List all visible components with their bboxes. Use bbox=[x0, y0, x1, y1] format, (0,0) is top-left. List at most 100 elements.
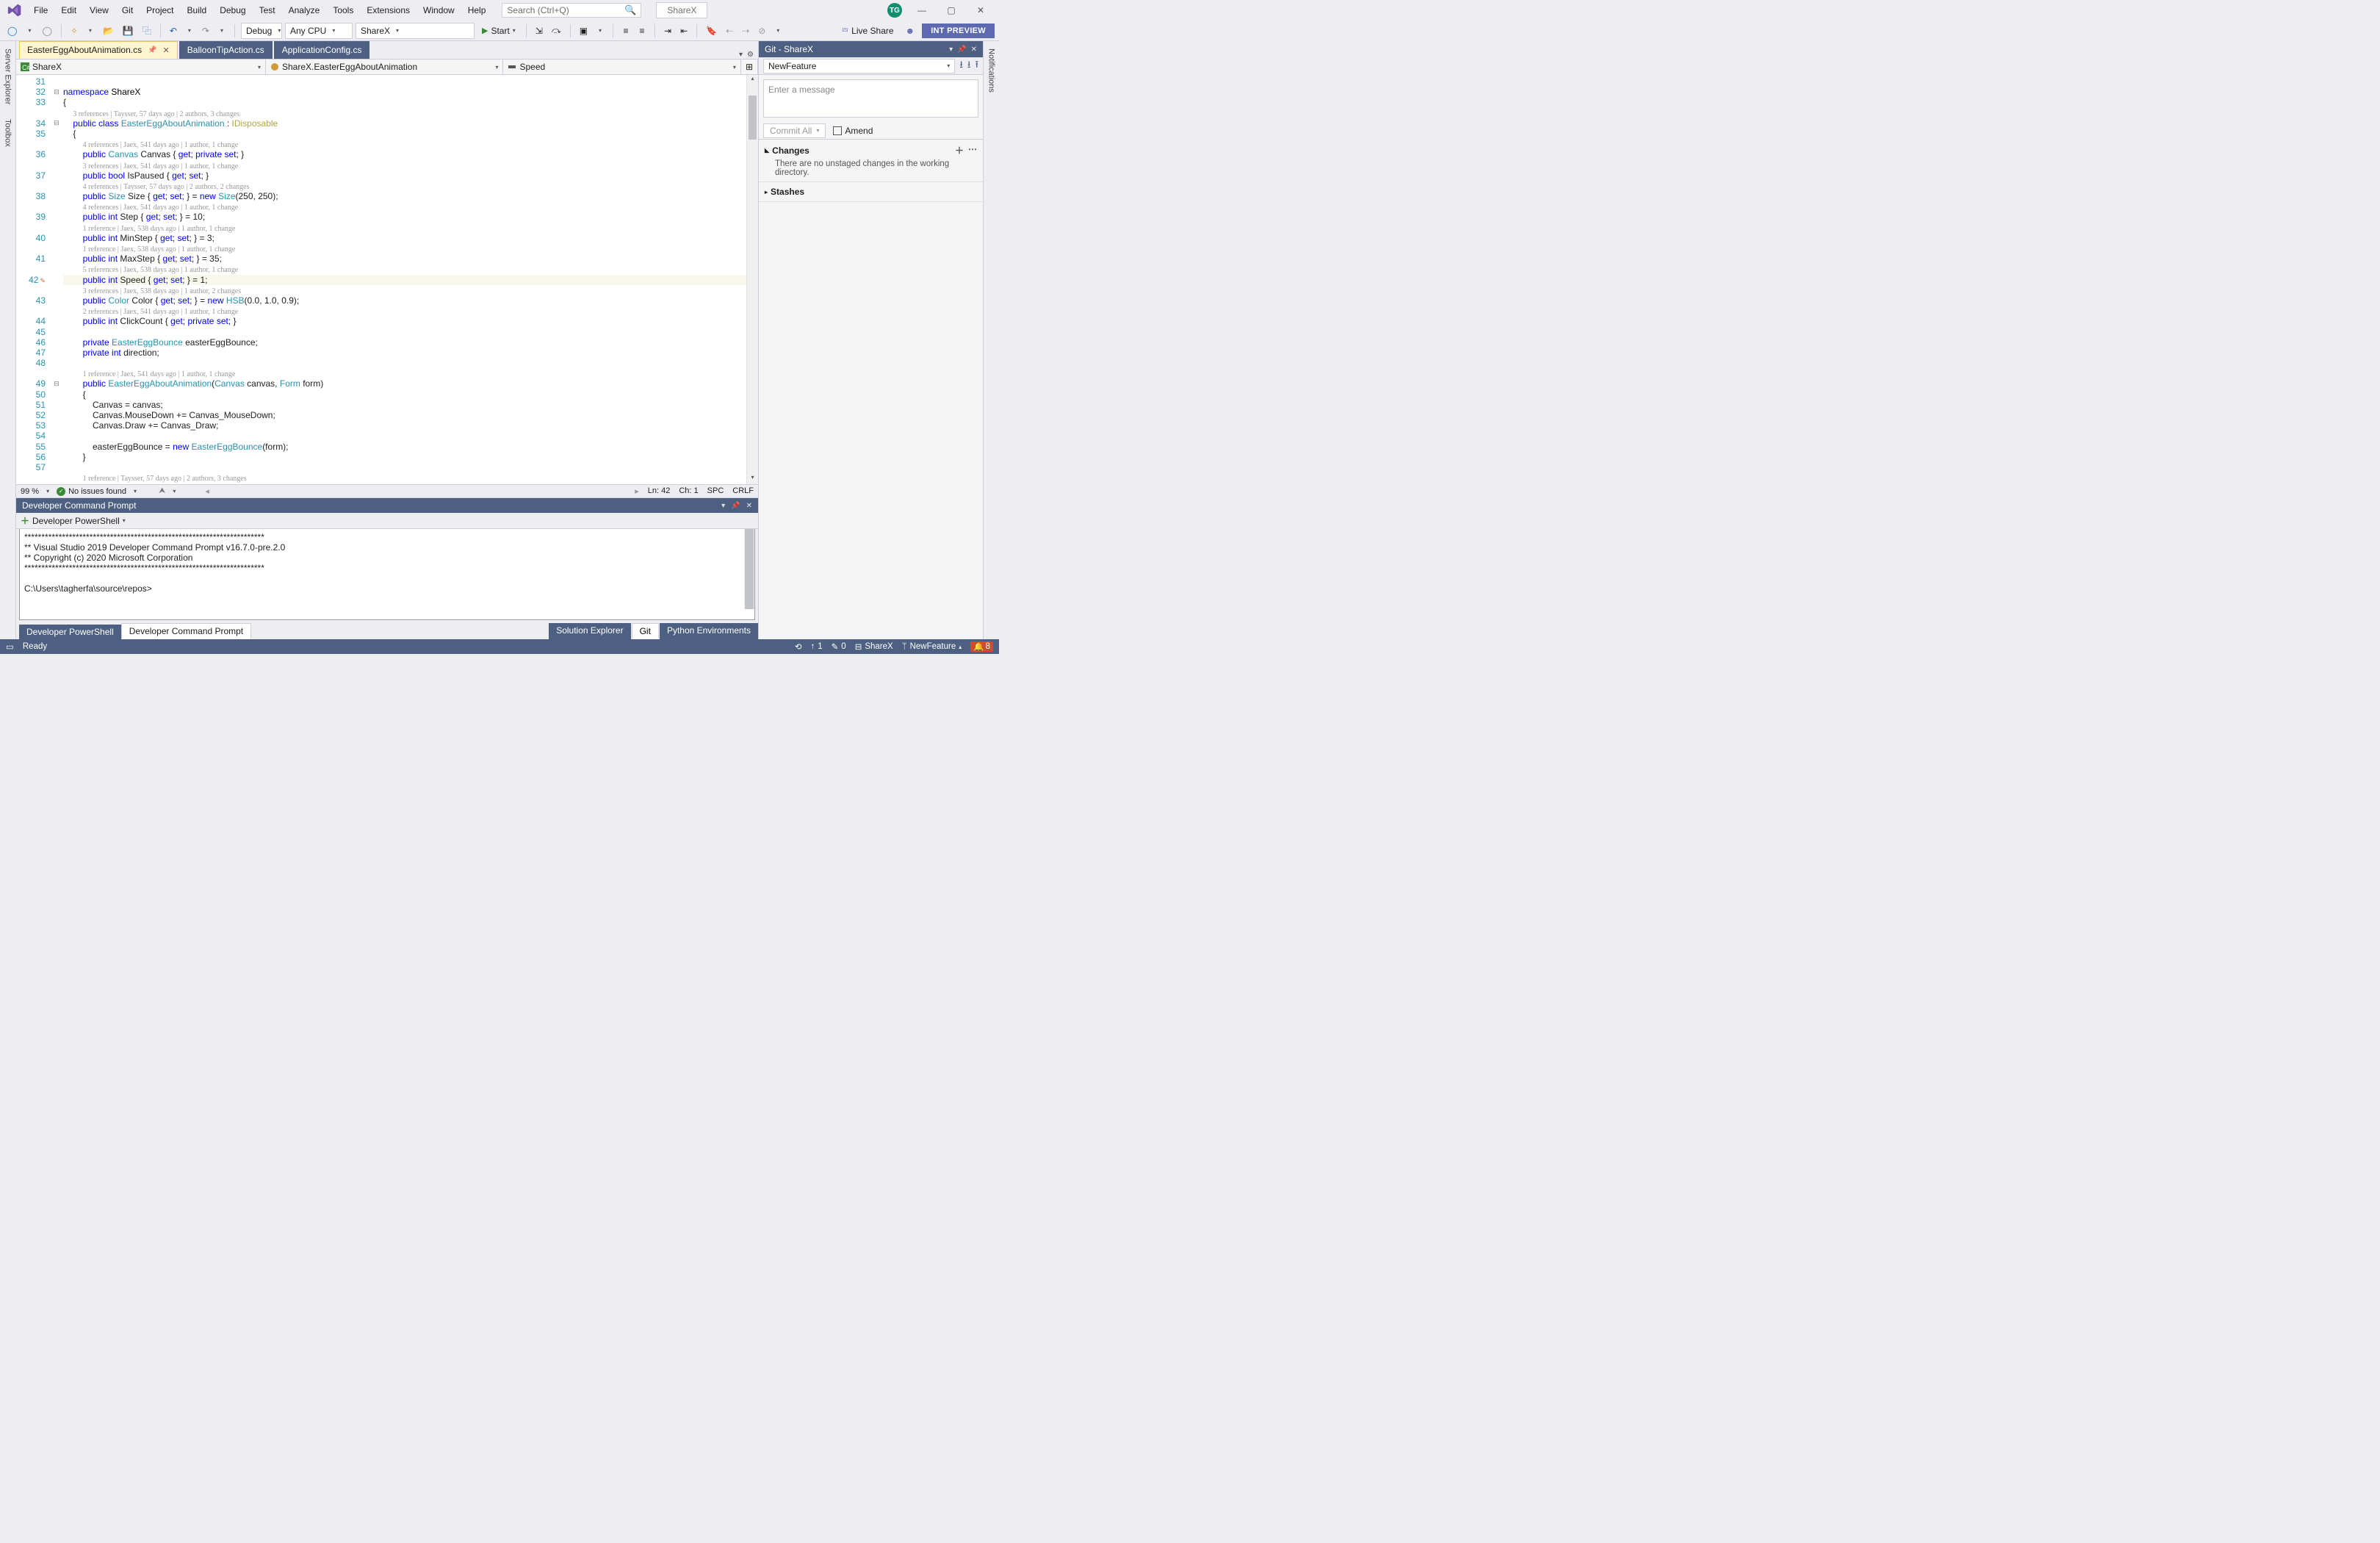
browse-icon[interactable]: ▣ bbox=[577, 24, 591, 38]
doctab-applicationconfig[interactable]: ApplicationConfig.cs bbox=[274, 41, 370, 59]
eol-indicator[interactable]: CRLF bbox=[732, 486, 754, 496]
menu-extensions[interactable]: Extensions bbox=[361, 3, 416, 18]
menu-debug[interactable]: Debug bbox=[214, 3, 251, 18]
branch-selector[interactable]: NewFeature▾ bbox=[763, 59, 955, 73]
btab-git[interactable]: Git bbox=[632, 623, 659, 639]
undo-icon[interactable]: ↶ bbox=[167, 24, 180, 38]
config-combo[interactable]: Debug▾ bbox=[241, 23, 282, 39]
bm-clear-icon[interactable]: ⊘ bbox=[755, 24, 768, 38]
nav-back-dd-icon[interactable]: ▾ bbox=[23, 24, 36, 38]
changes-header[interactable]: ◣ Changes ＋ ⋯ bbox=[765, 144, 977, 157]
status-branch[interactable]: ᛘNewFeature▴ bbox=[902, 642, 962, 651]
push-icon[interactable]: ⭱ bbox=[975, 58, 978, 74]
menu-tools[interactable]: Tools bbox=[327, 3, 359, 18]
scroll-up-icon[interactable]: ▴ bbox=[747, 75, 758, 85]
amend-checkbox[interactable]: Amend bbox=[833, 126, 873, 136]
menu-edit[interactable]: Edit bbox=[55, 3, 82, 18]
more-icon[interactable]: ⋯ bbox=[968, 144, 977, 157]
codelens-up-icon[interactable]: ⮝ bbox=[159, 486, 165, 496]
panel-dropdown-icon[interactable]: ▾ bbox=[721, 502, 725, 510]
start-button[interactable]: ▶ Start ▾ bbox=[477, 24, 520, 37]
menu-analyze[interactable]: Analyze bbox=[283, 3, 326, 18]
redo-dd-icon[interactable]: ▾ bbox=[215, 24, 228, 38]
tabwell-settings-icon[interactable]: ⚙ bbox=[747, 51, 754, 59]
code-body[interactable]: namespace ShareX{ 3 references | Taysser… bbox=[62, 75, 746, 484]
menu-help[interactable]: Help bbox=[462, 3, 492, 18]
status-outgoing[interactable]: ↑1 bbox=[811, 642, 823, 651]
scroll-thumb[interactable] bbox=[749, 96, 757, 140]
panel-dropdown-icon[interactable]: ▾ bbox=[949, 46, 953, 54]
terminal-body[interactable]: ****************************************… bbox=[19, 529, 755, 620]
feedback-icon[interactable]: ☻ bbox=[906, 26, 915, 36]
menu-window[interactable]: Window bbox=[417, 3, 461, 18]
outdent-icon[interactable]: ⇤ bbox=[677, 24, 690, 38]
hscroll-left-icon[interactable]: ◂ bbox=[205, 486, 209, 496]
redo-icon[interactable]: ↷ bbox=[199, 24, 212, 38]
close-button[interactable]: ✕ bbox=[971, 5, 990, 15]
open-file-icon[interactable]: 📂 bbox=[100, 24, 117, 38]
startup-project-combo[interactable]: ShareX▾ bbox=[356, 23, 475, 39]
save-all-icon[interactable]: ⿻ bbox=[140, 24, 154, 38]
maximize-button[interactable]: ▢ bbox=[942, 5, 961, 15]
nav-split-icon[interactable]: ⊞ bbox=[741, 60, 758, 74]
menu-test[interactable]: Test bbox=[253, 3, 281, 18]
nav-back-icon[interactable]: ◯ bbox=[4, 24, 20, 38]
solution-selector[interactable]: ShareX bbox=[656, 2, 707, 18]
browse-dd-icon[interactable]: ▾ bbox=[594, 24, 607, 38]
panel-pin-icon[interactable]: 📌 bbox=[957, 46, 966, 54]
status-pending[interactable]: ✎0 bbox=[832, 641, 846, 652]
status-repo[interactable]: ⊟ShareX bbox=[855, 641, 893, 652]
commit-message-input[interactable]: Enter a message bbox=[763, 79, 978, 118]
minimize-button[interactable]: — bbox=[912, 5, 931, 15]
btab-developer-command-prompt[interactable]: Developer Command Prompt bbox=[121, 623, 251, 639]
btab-developer-powershell[interactable]: Developer PowerShell bbox=[19, 625, 121, 639]
status-sync[interactable]: ⟲ bbox=[795, 641, 802, 652]
terminal-scrollbar[interactable] bbox=[744, 529, 754, 609]
bookmark-icon[interactable]: 🔖 bbox=[703, 24, 720, 38]
stashes-header[interactable]: ▸ Stashes bbox=[765, 187, 977, 197]
menu-git[interactable]: Git bbox=[116, 3, 139, 18]
stage-all-icon[interactable]: ＋ bbox=[955, 144, 964, 157]
pull-icon[interactable]: ⭳ bbox=[967, 58, 971, 74]
new-dd-icon[interactable]: ▾ bbox=[84, 24, 97, 38]
code-editor[interactable]: 313233343536373839404142✎434445464748495… bbox=[16, 75, 758, 484]
terminal-selector-dd-icon[interactable]: ▾ bbox=[123, 517, 126, 524]
tab-server-explorer[interactable]: Server Explorer bbox=[2, 46, 14, 107]
menu-file[interactable]: File bbox=[28, 3, 54, 18]
pin-icon[interactable]: 📌 bbox=[148, 46, 156, 54]
menu-view[interactable]: View bbox=[84, 3, 115, 18]
search-input[interactable]: Search (Ctrl+Q) 🔍 bbox=[502, 3, 641, 18]
user-avatar[interactable]: TG bbox=[887, 3, 902, 18]
status-notifications[interactable]: 🔔8 bbox=[970, 641, 993, 652]
step-over-icon[interactable]: ⤼ bbox=[549, 24, 564, 38]
btab-solution-explorer[interactable]: Solution Explorer bbox=[549, 623, 630, 639]
add-terminal-icon[interactable]: ＋ bbox=[21, 514, 29, 527]
nav-project[interactable]: C# ShareX▾ bbox=[16, 60, 266, 74]
panel-pin-icon[interactable]: 📌 bbox=[731, 502, 740, 510]
undo-dd-icon[interactable]: ▾ bbox=[183, 24, 196, 38]
bm-prev-icon[interactable]: ⇠ bbox=[723, 24, 736, 38]
indent-indicator[interactable]: SPC bbox=[707, 486, 724, 496]
bm-next-icon[interactable]: ⇢ bbox=[739, 24, 752, 38]
btab-python-environments[interactable]: Python Environments bbox=[660, 623, 758, 639]
step-into-icon[interactable]: ⇲ bbox=[533, 24, 546, 38]
new-project-icon[interactable]: ✧ bbox=[68, 24, 81, 38]
save-icon[interactable]: 💾 bbox=[120, 24, 137, 38]
panel-close-icon[interactable]: ✕ bbox=[971, 46, 977, 54]
issues-indicator[interactable]: ✓ No issues found bbox=[57, 487, 126, 496]
fold-gutter[interactable]: ⊟⊟⊟⊟ bbox=[51, 75, 62, 484]
doctab-balloontipaction[interactable]: BalloonTipAction.cs bbox=[179, 41, 273, 59]
menu-build[interactable]: Build bbox=[181, 3, 213, 18]
indent-icon[interactable]: ⇥ bbox=[661, 24, 674, 38]
panel-close-icon[interactable]: ✕ bbox=[746, 502, 752, 510]
terminal-selector[interactable]: Developer PowerShell bbox=[32, 516, 120, 526]
menu-project[interactable]: Project bbox=[140, 3, 179, 18]
fetch-icon[interactable]: ⭳ bbox=[959, 58, 963, 74]
liveshare-button[interactable]: ⮹ Live Share bbox=[837, 24, 898, 37]
vertical-scrollbar[interactable]: ▴ ▾ bbox=[746, 75, 758, 484]
doctab-eastereggaboutanimation[interactable]: EasterEggAboutAnimation.cs 📌 ✕ bbox=[19, 41, 178, 59]
nav-fwd-icon[interactable]: ◯ bbox=[39, 24, 54, 38]
platform-combo[interactable]: Any CPU▾ bbox=[285, 23, 353, 39]
zoom-level[interactable]: 99 % bbox=[21, 487, 39, 496]
commit-button[interactable]: Commit All▾ bbox=[763, 123, 826, 138]
